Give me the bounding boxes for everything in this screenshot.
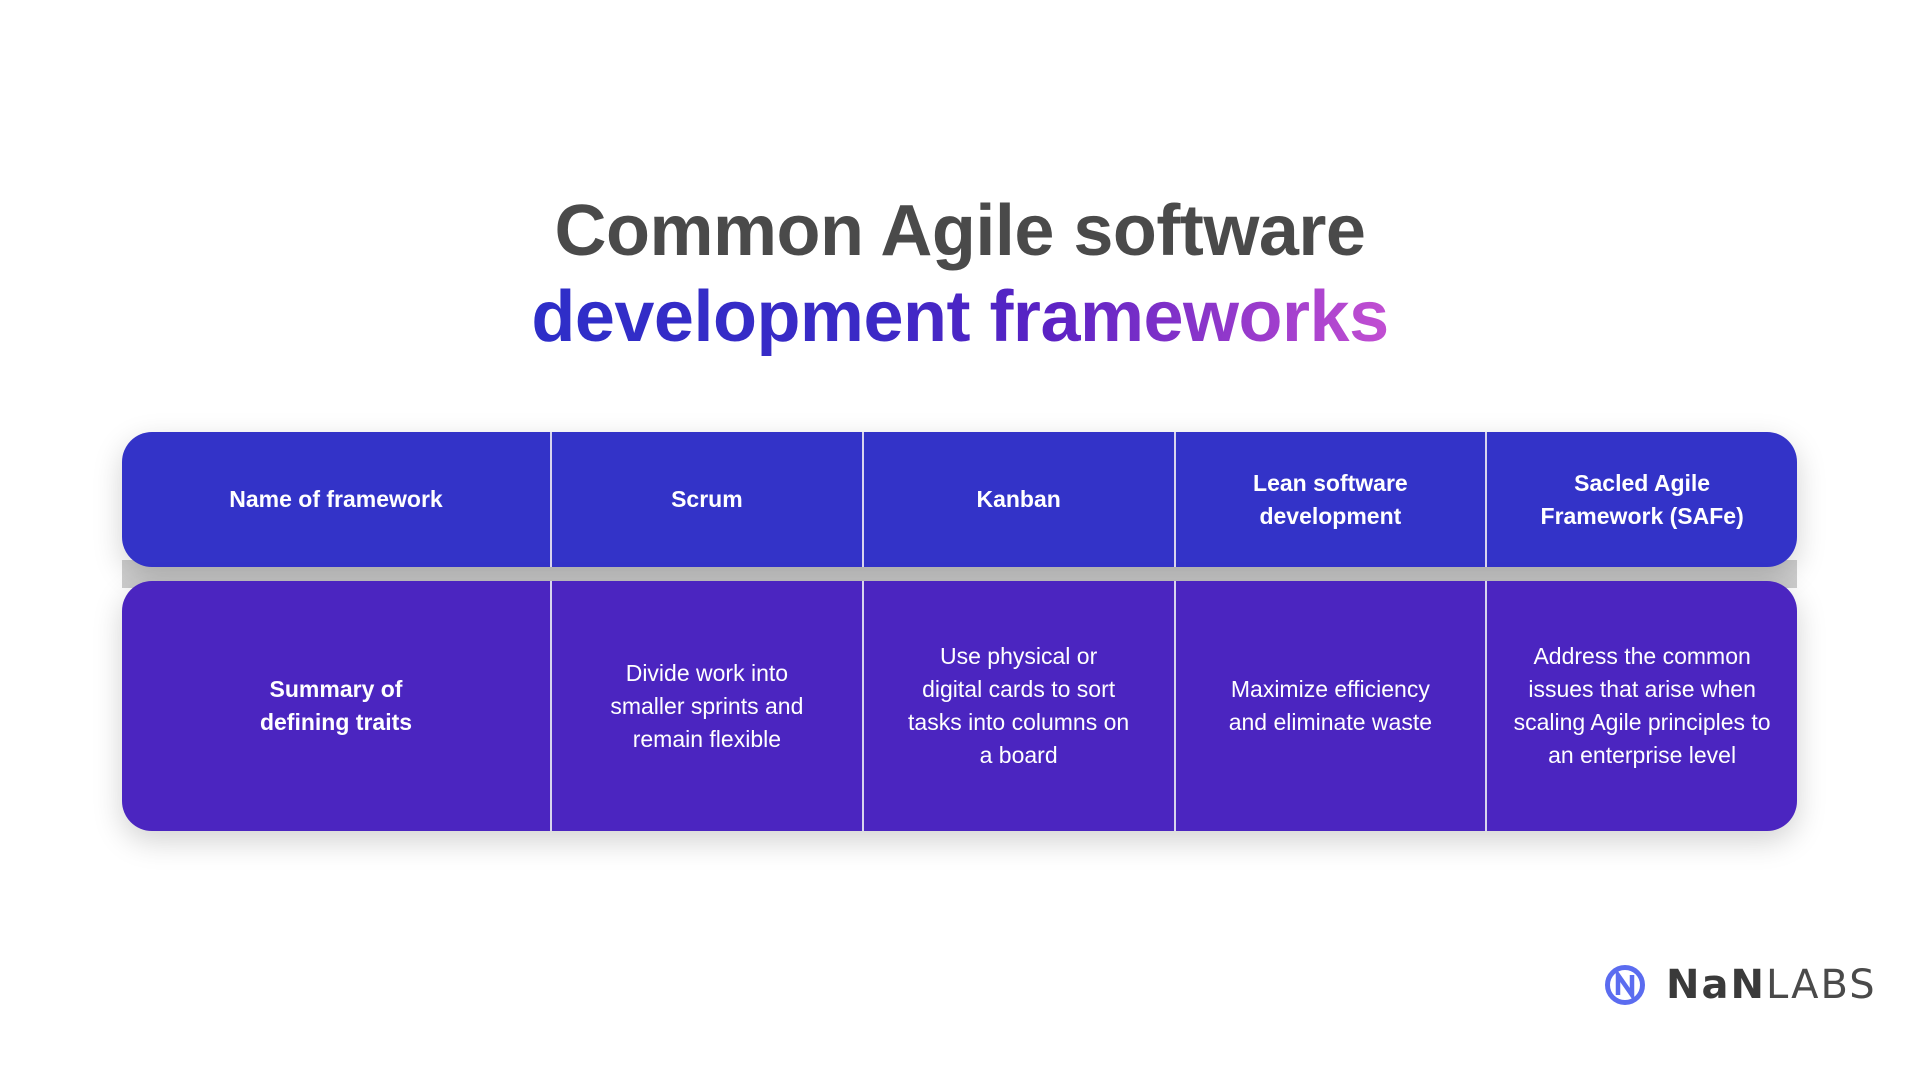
cell-kanban-summary: Use physical or digital cards to sort ta… bbox=[861, 581, 1174, 831]
header-cell-safe: Sacled Agile Framework (SAFe) bbox=[1485, 432, 1797, 567]
table-header-row: Name of framework Scrum Kanban Lean soft… bbox=[122, 432, 1797, 567]
cell-lean-summary: Maximize efficiency and eliminate waste bbox=[1173, 581, 1486, 831]
cell-scrum-summary: Divide work into smaller sprints and rem… bbox=[550, 581, 862, 831]
table-row: Summary of defining traits Divide work i… bbox=[122, 581, 1797, 831]
logo-text-bold: NaN bbox=[1666, 962, 1766, 1008]
header-cell-scrum: Scrum bbox=[550, 432, 862, 567]
nanlabs-logo: NaNLABS bbox=[1604, 962, 1877, 1008]
nanlabs-n-circle-icon bbox=[1605, 965, 1645, 1005]
title-line-2: development frameworks bbox=[531, 274, 1389, 360]
cell-safe-summary: Address the common issues that arise whe… bbox=[1485, 581, 1797, 831]
title-line-1: Common Agile software bbox=[554, 191, 1366, 271]
logo-text-light: LABS bbox=[1765, 962, 1877, 1008]
header-cell-lean: Lean software development bbox=[1173, 432, 1486, 567]
header-cell-kanban: Kanban bbox=[861, 432, 1174, 567]
header-cell-name: Name of framework bbox=[229, 486, 443, 512]
page-title: Common Agile software development framew… bbox=[0, 188, 1920, 360]
logo-wordmark: NaNLABS bbox=[1666, 962, 1877, 1008]
row-label-summary: Summary of defining traits bbox=[259, 676, 413, 735]
frameworks-table: Name of framework Scrum Kanban Lean soft… bbox=[122, 432, 1797, 831]
